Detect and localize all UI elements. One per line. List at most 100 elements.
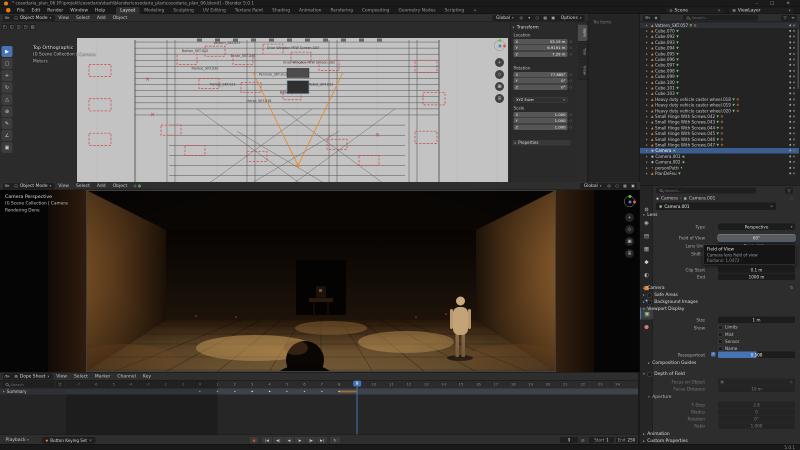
expand-arrow-icon[interactable]: ▸ <box>646 126 650 130</box>
lock-icon[interactable]: ○ <box>570 40 573 44</box>
edge-quick-icon[interactable]: ◲ <box>16 24 22 30</box>
expand-arrow-icon[interactable]: ▸ <box>646 172 650 176</box>
disable-render-toggle[interactable]: ● <box>793 69 795 72</box>
workspace-tab[interactable]: Rendering <box>326 7 357 14</box>
outliner-item-name[interactable]: Heavy duty vehicle caster wheel.020 <box>655 108 731 113</box>
playhead-badge[interactable]: 9 <box>353 381 361 387</box>
zoom-tool-icon[interactable]: + <box>625 213 634 222</box>
outliner-item-name[interactable]: Camera <box>655 148 671 153</box>
hide-viewport-toggle[interactable]: ● <box>789 126 791 129</box>
rotation-x-field[interactable]: X77.889° <box>514 72 568 78</box>
outliner-item-name[interactable]: Heavy duty vehicle caster wheel.018 <box>655 97 731 102</box>
datablock-field[interactable]: ▣ Camera.001 ✕ <box>656 203 776 211</box>
expand-arrow-icon[interactable]: ▸ <box>646 109 650 113</box>
outliner-item-name[interactable]: Vattern_SKT.057 <box>655 23 688 28</box>
expand-arrow-icon[interactable]: ▸ <box>646 75 650 79</box>
scale-y-field[interactable]: Y1.000 <box>514 118 568 124</box>
ortho-toggle-icon[interactable]: ⊞ <box>625 249 634 258</box>
lock-icon[interactable]: ○ <box>570 46 573 50</box>
tool-move-button[interactable]: + <box>2 70 13 81</box>
hide-viewport-toggle[interactable]: ● <box>789 161 791 164</box>
aperture-panel-header[interactable]: ▾Aperture <box>648 395 672 400</box>
disable-render-toggle[interactable]: ● <box>793 58 795 61</box>
shading-icon[interactable]: ▣ <box>629 183 637 189</box>
tool-select-box-button[interactable]: ▶ <box>2 46 13 57</box>
camera-view-icon[interactable]: ▣ <box>495 82 504 91</box>
workspace-tab[interactable]: UV Editing <box>198 7 230 14</box>
disable-render-toggle[interactable]: ● <box>793 75 795 78</box>
hide-viewport-toggle[interactable]: ● <box>789 41 791 44</box>
sensor-checkbox-row[interactable]: Sensor <box>718 339 739 344</box>
clear-keying-set-icon[interactable]: ✕ <box>89 438 92 442</box>
rotation-z-field[interactable]: Z0° <box>514 84 568 90</box>
expand-arrow-icon[interactable]: ▸ <box>646 143 650 147</box>
disable-render-toggle[interactable]: ● <box>793 30 795 33</box>
passepartout-checkbox[interactable] <box>711 352 716 357</box>
transform-panel-header[interactable]: ▾Transform <box>513 25 539 30</box>
snap-options-icon[interactable]: ▾ <box>525 15 533 21</box>
keyframe[interactable] <box>251 390 253 392</box>
background-images-panel-header[interactable]: ▸Background Images <box>643 300 698 305</box>
hide-viewport-toggle[interactable]: ● <box>789 47 791 50</box>
passepartout-slider[interactable]: 0.500 <box>718 352 795 359</box>
ortho-toggle-icon[interactable]: ⊞ <box>495 94 504 103</box>
expand-arrow-icon[interactable]: ▸ <box>646 160 650 164</box>
n-panel-tab[interactable]: View <box>578 62 588 80</box>
expand-arrow-icon[interactable]: ▸ <box>646 52 650 56</box>
viewport-display-panel-header[interactable]: ▾Viewport Display <box>643 307 684 312</box>
hide-viewport-toggle[interactable]: ● <box>789 92 791 95</box>
outliner-item-name[interactable]: personPutti <box>655 165 678 170</box>
lens-panel-header[interactable]: ▾Lens <box>643 213 657 218</box>
dope-menu-item[interactable]: View <box>53 372 71 380</box>
outliner-item-name[interactable]: Small Hinge With Screws.045 <box>655 131 715 136</box>
type-dropdown[interactable]: Perspective▾ <box>718 224 795 231</box>
overlays-icon[interactable]: ▦ <box>541 15 549 21</box>
outliner-item-name[interactable]: Cube.092 <box>655 34 675 39</box>
frame-end-field[interactable]: End250 <box>616 437 637 443</box>
view-layer-selector[interactable]: ▦ ViewLayer ▾ <box>729 7 794 13</box>
hide-viewport-toggle[interactable]: ● <box>789 24 791 27</box>
expand-arrow-icon[interactable]: ▸ <box>646 35 650 39</box>
hide-viewport-toggle[interactable]: ● <box>789 172 791 175</box>
lock-icon[interactable]: ○ <box>570 52 573 56</box>
outliner-filter-restrict-icon[interactable]: ◈ <box>652 15 660 21</box>
scene-selector[interactable]: ◍ Scene ✕ <box>666 7 724 13</box>
focus-distance-field[interactable]: 10 m <box>718 386 795 393</box>
outliner-item-name[interactable]: Small Hinge With Screws.044 <box>655 125 715 130</box>
blades-field[interactable]: 0 <box>718 409 795 416</box>
dope-menu-item[interactable]: Marker <box>91 372 114 380</box>
expand-arrow-icon[interactable]: ▸ <box>646 103 650 107</box>
loop-button[interactable]: ↻ <box>330 437 340 444</box>
lock-icon[interactable]: ○ <box>570 113 573 117</box>
outliner-item-name[interactable]: Cube.099 <box>655 74 675 79</box>
outliner-item-name[interactable]: Cube.097 <box>655 63 675 68</box>
disable-render-toggle[interactable]: ● <box>793 109 795 112</box>
outliner-item-name[interactable]: Cube.096 <box>655 57 675 62</box>
clip-end-field[interactable]: 1000 m <box>718 274 795 281</box>
autokey-record-icon[interactable]: ◎ <box>581 438 584 443</box>
reset-icon[interactable]: ↻ <box>790 286 793 291</box>
hide-viewport-toggle[interactable]: ● <box>789 35 791 38</box>
animation-panel-header[interactable]: ▸Animation <box>643 432 670 437</box>
transform-orientation[interactable]: Global▾ <box>492 15 517 21</box>
editor-type-icon[interactable]: ◔▾ <box>3 373 11 379</box>
transport-button[interactable]: |▶ <box>306 437 316 444</box>
outliner-item-name[interactable]: Cube.095 <box>655 51 675 56</box>
expand-arrow-icon[interactable]: ▸ <box>646 23 650 27</box>
viewport-menu-item[interactable]: Object <box>109 182 131 190</box>
transform-orientation[interactable]: Global▾ <box>580 183 605 189</box>
proportional-edit-icon[interactable]: ○ <box>613 183 621 189</box>
hide-viewport-toggle[interactable]: ● <box>789 52 791 55</box>
playhead-line[interactable] <box>357 381 358 435</box>
properties-filter-icon[interactable]: ▽ <box>785 188 793 194</box>
viewport-menu-item[interactable]: Select <box>72 14 93 22</box>
pan-hand-icon[interactable]: ◇ <box>495 70 504 79</box>
properties-subpanel[interactable]: ▸Properties <box>513 140 571 146</box>
pin-icon[interactable]: ◌ <box>790 196 793 201</box>
location-y-field[interactable]: Y6.9191 m <box>514 45 568 51</box>
breadcrumb-object[interactable]: Camera <box>661 196 678 201</box>
workspace-tab[interactable]: Modeling <box>140 7 169 14</box>
tool-annotate-button[interactable]: ✎ <box>2 118 13 129</box>
outliner-item-name[interactable]: Small Hinge With Screws.047 <box>655 143 715 148</box>
viewport-menu-item[interactable]: View <box>55 14 73 22</box>
